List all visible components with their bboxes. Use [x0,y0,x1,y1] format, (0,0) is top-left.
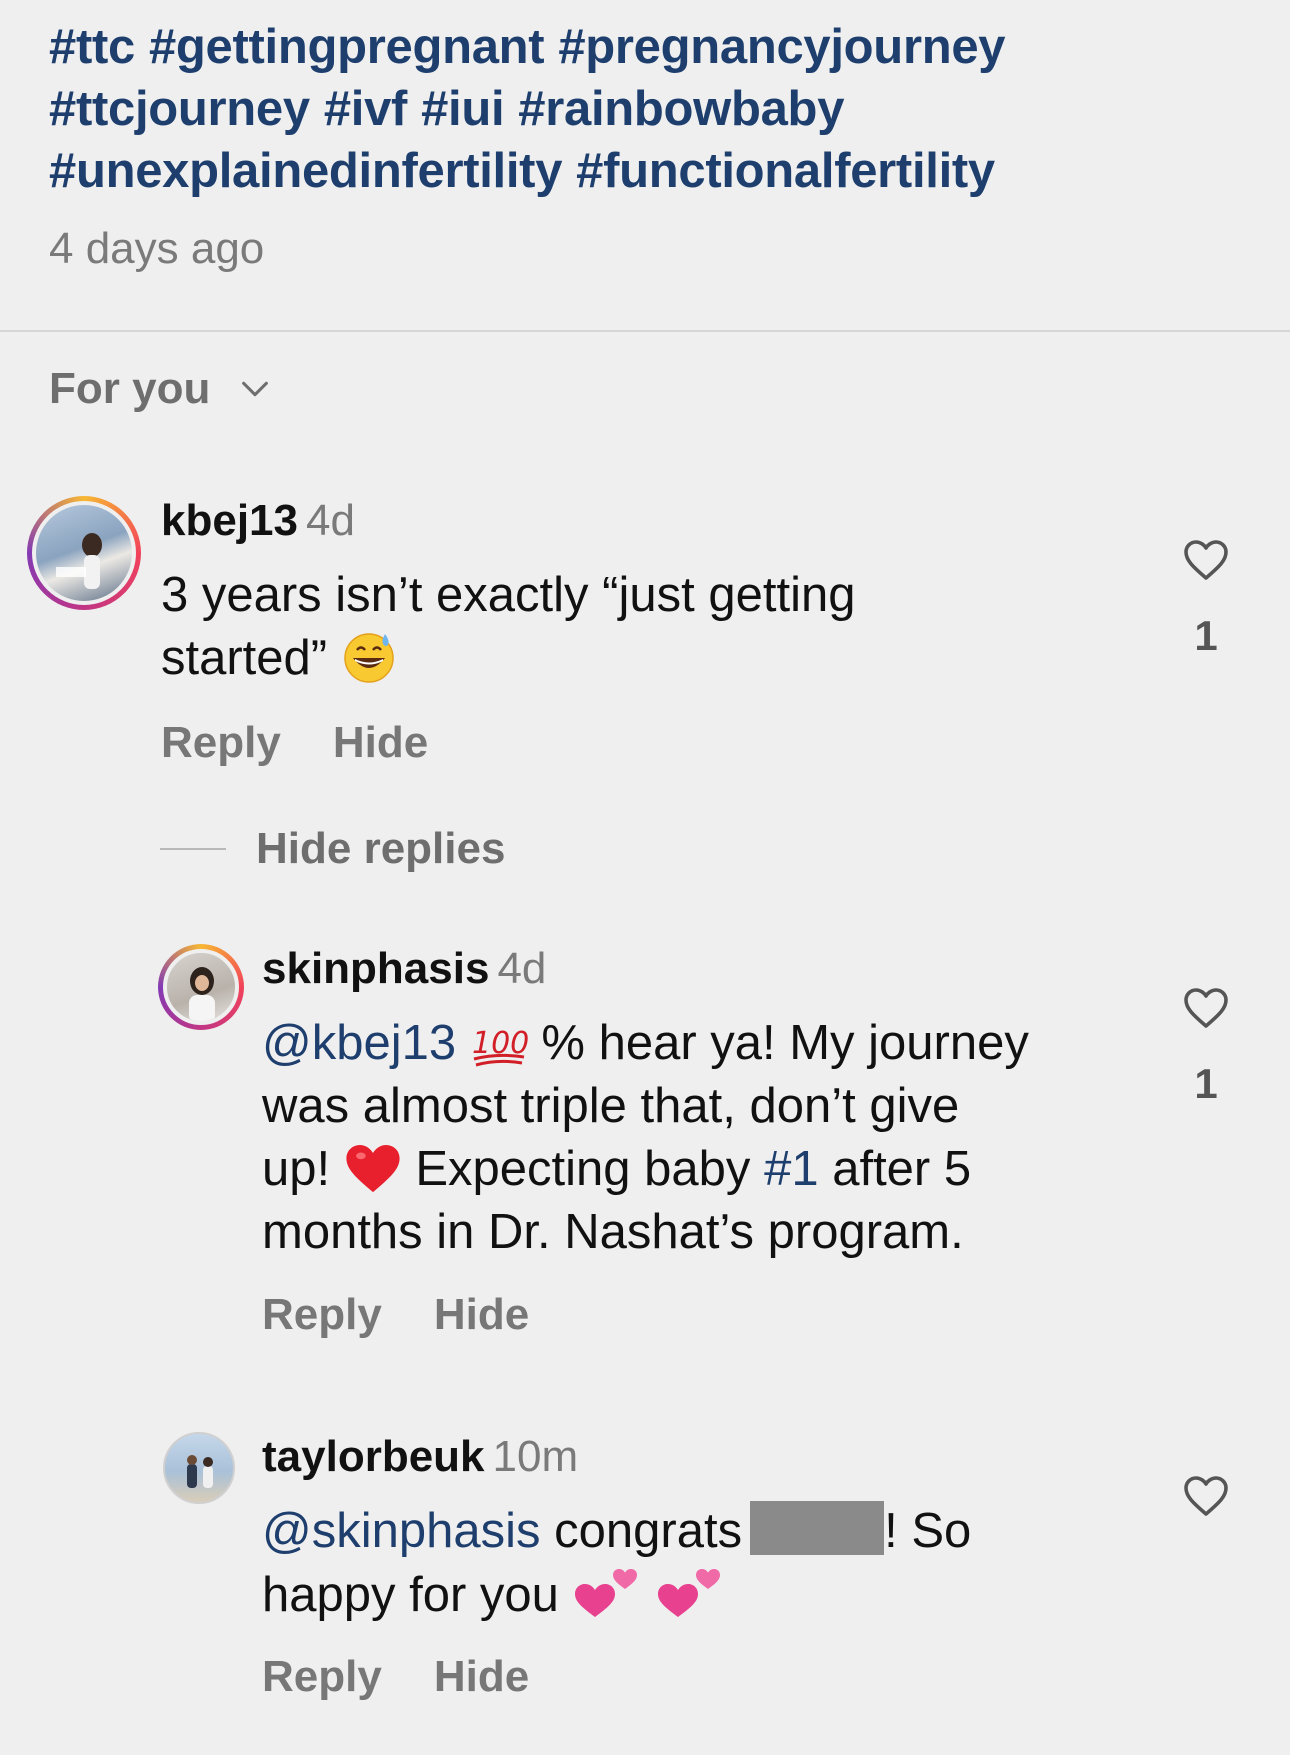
avatar[interactable] [27,496,141,610]
reply-meta: taylorbeuk 10m [262,1432,578,1482]
hashtag-link[interactable]: #1 [764,1142,819,1196]
hide-replies-button[interactable]: Hide replies [160,824,505,874]
comment-text-line: started” [161,631,328,685]
hashtag-link[interactable]: #functionalfertility [576,144,995,198]
grinning-face-with-sweat-icon [344,633,394,683]
red-heart-icon [346,1145,400,1193]
reply-text-part: % hear ya! My journey [541,1016,1029,1070]
redacted-block [750,1501,885,1555]
mention-link[interactable]: @kbej13 [262,1016,456,1070]
two-hearts-icon [658,1569,721,1617]
like-heart-icon[interactable] [1182,1474,1230,1518]
hide-replies-label: Hide replies [256,824,506,873]
hashtag-link[interactable]: #gettingpregnant [149,20,545,74]
reply-text-part: congrats [554,1504,743,1558]
reply-text-part: ! So [884,1504,972,1558]
reply-text-part: after 5 [832,1142,972,1196]
hashtag-link[interactable]: #iui [421,82,505,136]
hashtag-link[interactable]: #ttc [49,20,135,74]
reply-actions: Reply Hide [262,1652,529,1702]
avatar-photo [189,967,215,1021]
comment-sort-dropdown[interactable]: For you [49,364,272,414]
comment-time: 4d [305,496,355,545]
hashtag-link[interactable]: #pregnancyjourney [558,20,1005,74]
like-heart-icon[interactable] [1182,986,1230,1030]
hashtag-link[interactable]: #ttcjourney [49,82,310,136]
reply-text: @kbej13 100 % hear ya! My journey was al… [262,1012,1162,1264]
reply-time: 10m [492,1432,579,1481]
reply-text-part: up! [262,1142,331,1196]
thread-line [160,848,226,850]
comment-username[interactable]: kbej13 [161,496,298,545]
comment-text-line: 3 years isn’t exactly “just getting [161,568,856,622]
reply-button[interactable]: Reply [262,1652,382,1702]
reply-text-part: Expecting baby [415,1142,751,1196]
reply-username[interactable]: taylorbeuk [262,1432,485,1481]
reply-text-part: months in Dr. Nashat’s program. [262,1205,964,1259]
avatar-photo [56,533,102,589]
reply-time: 4d [497,944,547,993]
comment-meta: kbej13 4d [161,496,355,546]
like-count: 1 [1194,612,1218,659]
reply-button[interactable]: Reply [161,718,281,768]
reply-meta: skinphasis 4d [262,944,546,994]
like-heart-icon[interactable] [1182,538,1230,582]
hundred-points-icon: 100 [472,1026,528,1067]
section-divider [0,330,1290,332]
reply-text-part: happy for you [262,1568,559,1622]
sort-label: For you [49,364,211,413]
hide-button[interactable]: Hide [434,1290,529,1340]
hashtag-link[interactable]: #ivf [324,82,408,136]
reply-username[interactable]: skinphasis [262,944,489,993]
like-count: 1 [1194,1060,1218,1107]
mention-link[interactable]: @skinphasis [262,1504,541,1558]
hashtag-link[interactable]: #unexplainedinfertility [49,144,562,198]
reply-text: @skinphasis congrats ! So happy for you [262,1500,1162,1627]
hide-button[interactable]: Hide [333,718,428,768]
reply-text-part: was almost triple that, don’t give [262,1079,960,1133]
two-hearts-icon [574,1569,637,1617]
reply-button[interactable]: Reply [262,1290,382,1340]
post-hashtags: #ttc #gettingpregnant #pregnancyjourney #t… [49,16,1229,202]
comment-text: 3 years isn’t exactly “just getting star… [161,564,1061,690]
avatar[interactable] [163,1432,235,1504]
chevron-down-icon [242,381,269,397]
avatar[interactable] [158,944,244,1030]
comment-actions: Reply Hide [161,718,428,768]
reply-actions: Reply Hide [262,1290,529,1340]
hashtag-link[interactable]: #rainbowbaby [518,82,844,136]
post-timestamp: 4 days ago [49,224,265,273]
hide-button[interactable]: Hide [434,1652,529,1702]
avatar-photo [187,1455,213,1488]
